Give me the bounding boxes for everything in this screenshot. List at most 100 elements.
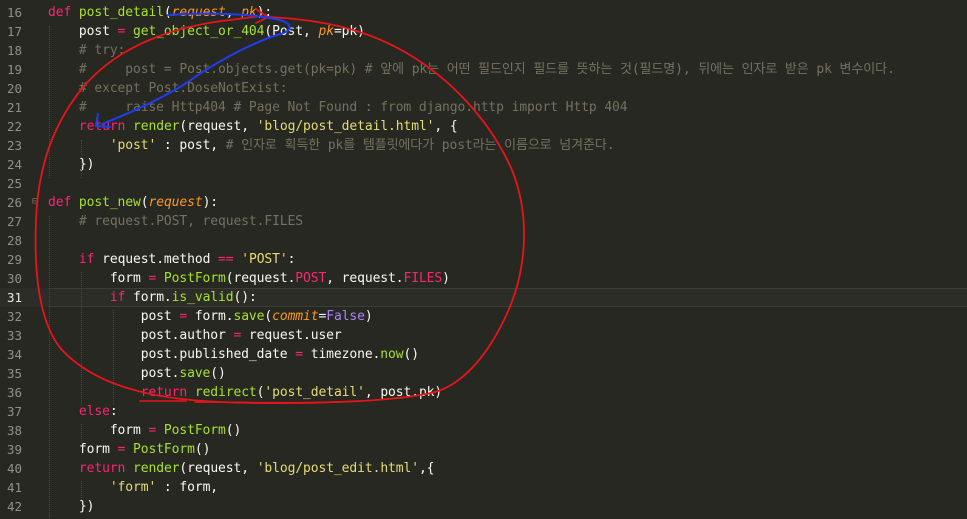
fold-toggle-icon[interactable]: ⊟ [32,197,42,207]
code-line[interactable]: 20 # except Post.DoseNotExist: [0,79,967,98]
code-line[interactable]: 30 form = PostForm(request.POST, request… [0,269,967,288]
code-line[interactable]: 31 if form.is_valid(): [0,288,967,307]
code-line[interactable]: 19 # post = Post.objects.get(pk=pk) # 앞에… [0,60,967,79]
code-line[interactable]: 36 return redirect('post_detail', post.p… [0,383,967,402]
code-text: return render(request, 'blog/post_edit.h… [48,459,435,478]
code-text: form = PostForm() [48,440,211,459]
line-number: 30 [6,271,22,286]
code-line[interactable]: 42 }) [0,497,967,516]
code-line[interactable]: 29 if request.method == 'POST': [0,250,967,269]
code-token: def [48,195,79,210]
code-text: if form.is_valid(): [48,288,257,307]
code-token: request.method [94,252,219,267]
code-line[interactable]: 23 'post' : post, # 인자로 획득한 pk를 템플릿에다가 p… [0,136,967,155]
line-number: 35 [6,366,22,381]
line-number: 16 [6,5,22,20]
code-token: (): [233,290,257,305]
code-line[interactable]: 18 # try: [0,41,967,60]
line-number: 37 [6,404,22,419]
line-number: 20 [6,81,22,96]
code-line[interactable]: 39 form = PostForm() [0,440,967,459]
code-line[interactable]: 41 'form' : form, [0,478,967,497]
code-token: 'blog/post_edit.html' [256,461,419,476]
line-number: 39 [6,442,22,457]
code-text: post = get_object_or_404(Post, pk=pk) [48,22,365,41]
code-text: 'post' : post, # 인자로 획득한 pk를 템플릿에다가 post… [48,136,615,155]
line-number: 32 [6,309,22,324]
code-line[interactable]: 35 post.save() [0,364,967,383]
code-token: }) [48,157,95,172]
code-line[interactable]: 26 ⊟ def post_new(request): [0,193,967,212]
code-token: 'POST' [241,252,288,267]
code-token: post_new [78,195,141,210]
code-line[interactable]: 21 # raise Http404 # Page Not Found : fr… [0,98,967,117]
code-text: post.published_date = timezone.now() [48,345,419,364]
line-number: 34 [6,347,22,362]
code-line[interactable]: 27 # request.POST, request.FILES [0,212,967,231]
code-line[interactable]: 17 post = get_object_or_404(Post, pk=pk) [0,22,967,41]
indent-guide [81,272,82,405]
code-token: else [78,404,110,419]
code-token: , [225,5,242,20]
code-token: ( [163,5,172,20]
code-token: FILES [403,271,443,286]
code-token: , post.pk) [364,385,443,400]
code-token: : [287,252,296,267]
code-editor[interactable]: 16 def post_detail(request, pk): 17 post =… [0,0,967,519]
line-number: 25 [6,176,22,191]
code-token: form [48,442,118,457]
code-token: : form, [156,480,219,495]
code-token: request [148,195,203,210]
code-token: request.user [241,328,342,343]
code-token: == [218,252,234,267]
code-token: # raise Http404 # Page Not Found : from … [48,100,628,115]
line-number: 29 [6,252,22,267]
indent-guide [81,140,82,178]
line-number: 17 [6,24,22,39]
code-token: 'form' [109,480,157,495]
code-line[interactable]: 38 form = PostForm() [0,421,967,440]
code-token: () [225,423,242,438]
code-text: 'form' : form, [48,478,218,497]
line-number: 40 [6,461,22,476]
code-token: = [333,24,342,39]
code-text: def post_detail(request, pk): [48,3,272,22]
indent-guide [49,26,50,178]
code-text: # request.POST, request.FILES [48,212,303,231]
code-line[interactable]: 33 post.author = request.user [0,326,967,345]
indent-guide [49,216,50,519]
code-token: render [133,119,180,134]
code-token: : post, [156,138,226,153]
code-line[interactable]: 40 return render(request, 'blog/post_edi… [0,459,967,478]
indent-guide [81,424,82,443]
code-token: if [78,252,95,267]
code-line[interactable]: 25 [0,174,967,193]
code-token: return [78,119,126,134]
code-token: PostForm [133,442,195,457]
line-number: 38 [6,423,22,438]
code-text: post = form.save(commit=False) [48,307,373,326]
code-token: ): [202,195,219,210]
code-line[interactable]: 24 }) [0,155,967,174]
code-line[interactable]: 28 [0,231,967,250]
indent-guide [113,310,114,405]
code-line[interactable]: 37 else: [0,402,967,421]
code-token: , { [434,119,458,134]
code-line[interactable]: 32 post = form.save(commit=False) [0,307,967,326]
code-token: = [295,347,303,362]
code-line[interactable]: 16 def post_detail(request, pk): [0,3,967,22]
code-token: : [109,404,118,419]
code-token: ): [256,5,273,20]
line-number: 36 [6,385,22,400]
code-token: # request.POST, request.FILES [48,214,303,229]
code-token: return [140,385,188,400]
code-token: commit [272,309,319,324]
code-line[interactable]: 34 post.published_date = timezone.now() [0,345,967,364]
code-line[interactable]: 22 return render(request, 'blog/post_det… [0,117,967,136]
code-token: request [171,5,226,20]
code-text: # try: [48,41,125,60]
